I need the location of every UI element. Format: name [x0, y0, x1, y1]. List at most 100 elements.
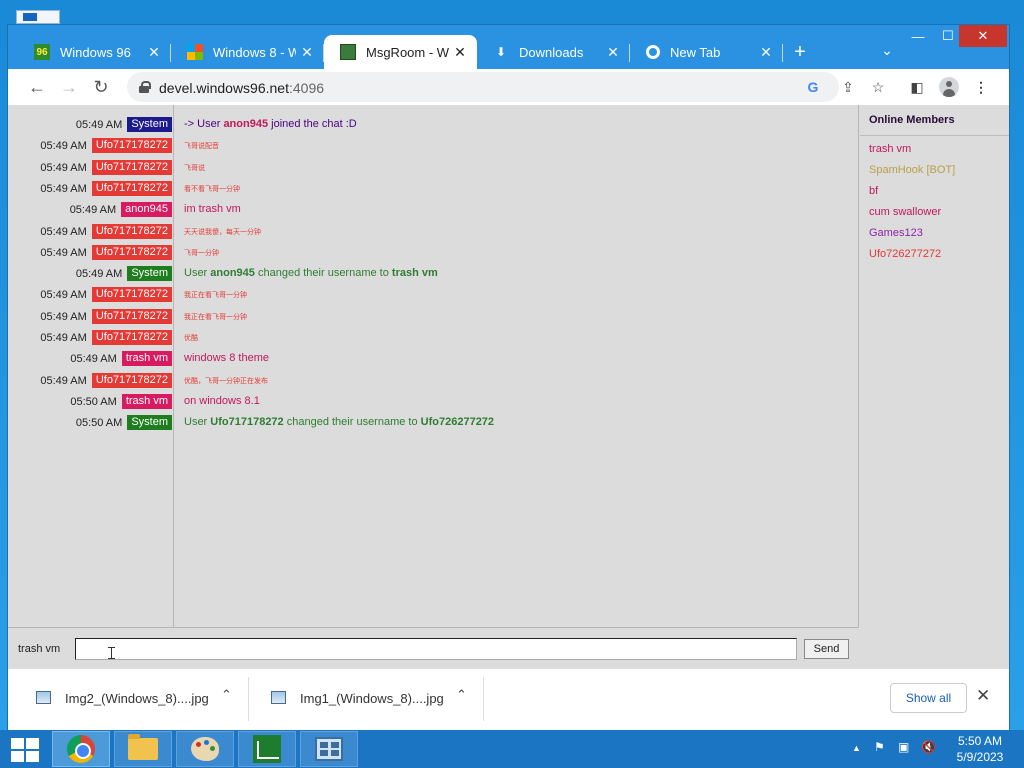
message-username-badge[interactable]: anon945	[121, 202, 172, 218]
message-username-badge[interactable]: Ufo717178272	[91, 159, 172, 175]
message-text: -> User anon945 joined the chat :D	[184, 118, 357, 130]
forward-arrow-icon[interactable]: →	[56, 75, 82, 99]
google-icon[interactable]: G	[802, 77, 824, 97]
tab-downloads[interactable]: ⬇ Downloads ✕	[477, 35, 630, 69]
message-username-badge[interactable]: trash vm	[121, 351, 172, 367]
chat-message: trash vm 05:49 AM windows 8 theme	[8, 349, 859, 370]
desktop-icon[interactable]	[16, 10, 60, 24]
back-arrow-icon[interactable]: ←	[24, 75, 50, 99]
clock[interactable]: 5:50 AM 5/9/2023	[950, 733, 1010, 765]
message-text: 优酷，飞哥一分钟正在发布	[184, 377, 268, 385]
message-username-badge[interactable]: Ufo717178272	[91, 287, 172, 303]
tab-windows-8[interactable]: Windows 8 - Wi ✕	[171, 35, 324, 69]
url-text[interactable]: devel.windows96.net:4096	[159, 80, 324, 96]
address-bar[interactable]: devel.windows96.net:4096 G	[127, 72, 839, 102]
member-item[interactable]: SpamHook [BOT]	[869, 164, 955, 176]
message-mention: trash vm	[391, 267, 438, 280]
message-text: im trash vm	[184, 203, 241, 216]
member-item[interactable]: Ufo726277272	[869, 248, 941, 260]
message-username-badge[interactable]: trash vm	[121, 393, 172, 409]
chevron-up-icon[interactable]: ⌃	[456, 687, 467, 703]
message-time: 05:50 AM	[75, 417, 123, 430]
taskbar-network[interactable]	[300, 731, 358, 767]
download-filename: Img1_(Windows_8)....jpg	[300, 691, 444, 706]
profile-icon[interactable]	[938, 76, 960, 98]
chat-message: Ufo717178272 05:49 AM 优酷，飞哥一分钟正在发布	[8, 371, 859, 392]
bookmark-star-icon[interactable]: ☆	[867, 76, 889, 98]
message-text: User anon945 changed their username to t…	[184, 267, 438, 279]
tab-windows-96[interactable]: 96 Windows 96 ✕	[18, 35, 171, 69]
close-icon[interactable]: ✕	[976, 686, 990, 706]
chat-message: System 05:49 AM -> User anon945 joined the…	[8, 115, 859, 136]
message-text-part: User	[184, 267, 211, 280]
tab-new-tab[interactable]: New Tab ✕	[630, 35, 783, 69]
message-composer: trash vm Send	[8, 627, 859, 668]
member-item[interactable]: bf	[869, 185, 878, 197]
message-time: 05:49 AM	[40, 310, 87, 323]
volume-muted-icon[interactable]: 🔇	[921, 740, 936, 754]
message-time: 05:49 AM	[75, 119, 123, 131]
windows-start-icon[interactable]	[8, 736, 40, 762]
chat-message: Ufo717178272 05:49 AM 飞哥说	[8, 158, 859, 179]
new-tab-button[interactable]: +	[783, 35, 817, 69]
reload-icon[interactable]: ↻	[88, 75, 114, 99]
message-time: 05:50 AM	[70, 395, 117, 408]
tab-search-chevron-icon[interactable]: ⌄	[874, 37, 900, 63]
tray-chevron-up-icon[interactable]: ▲	[852, 743, 861, 753]
message-text-part: changed their username to	[283, 416, 421, 429]
download-item[interactable]: Img1_(Windows_8)....jpg ⌃	[251, 677, 484, 721]
tab-title: MsgRoom - Win	[366, 44, 449, 60]
member-item[interactable]: Games123	[869, 227, 923, 239]
action-center-flag-icon[interactable]: ⚑	[874, 740, 885, 754]
message-username-badge[interactable]: Ufo717178272	[91, 330, 172, 345]
network-tray-icon[interactable]: ▣	[898, 740, 909, 754]
taskbar-chrome[interactable]	[52, 731, 110, 767]
close-icon[interactable]: ✕	[602, 44, 624, 61]
menu-kebab-icon[interactable]: ⋮	[970, 76, 992, 98]
avatar	[939, 77, 959, 97]
window-close-icon[interactable]: ✕	[959, 25, 1007, 47]
send-button[interactable]: Send	[804, 639, 849, 659]
message-time: 05:49 AM	[40, 225, 87, 238]
lock-icon[interactable]	[139, 81, 151, 93]
message-username-badge[interactable]: Ufo717178272	[91, 138, 172, 154]
download-item[interactable]: Img2_(Windows_8)....jpg ⌃	[16, 677, 249, 721]
close-icon[interactable]: ✕	[755, 44, 777, 61]
download-bar: Img2_(Windows_8)....jpg ⌃ Img1_(Windows_…	[8, 668, 1009, 730]
close-icon[interactable]: ✕	[296, 44, 318, 61]
title-bar: 96 Windows 96 ✕ Windows 8 - Wi ✕ MsgRoom…	[8, 25, 1009, 69]
message-text: User Ufo717178272 changed their username…	[184, 416, 494, 428]
message-text: on windows 8.1	[184, 394, 260, 407]
divider	[860, 135, 1009, 136]
chevron-up-icon[interactable]: ⌃	[221, 687, 232, 703]
message-username-badge[interactable]: Ufo717178272	[91, 223, 172, 239]
browser-toolbar: ← → ↻ devel.windows96.net:4096 G ⇪ ☆ ◧ ⋮	[8, 69, 1009, 105]
message-username-badge[interactable]: Ufo717178272	[91, 244, 172, 260]
share-icon[interactable]: ⇪	[837, 76, 859, 98]
member-item[interactable]: trash vm	[869, 143, 911, 155]
message-input[interactable]	[75, 638, 797, 660]
message-username-badge[interactable]: System	[127, 117, 172, 132]
folder-icon	[128, 734, 158, 760]
close-icon[interactable]: ✕	[143, 44, 165, 61]
taskbar-file-explorer[interactable]	[114, 731, 172, 767]
chat-message: System 05:50 AM User Ufo717178272 changed …	[8, 413, 859, 434]
message-username-badge[interactable]: Ufo717178272	[91, 180, 172, 196]
taskbar-paint[interactable]	[176, 731, 234, 767]
win96-icon: 96	[34, 44, 50, 60]
message-username-badge[interactable]: Ufo717178272	[91, 308, 172, 324]
message-username-badge[interactable]: System	[127, 266, 172, 282]
message-text-part: joined the chat :D	[268, 118, 357, 130]
minimize-icon[interactable]: —	[903, 25, 933, 47]
tab-msgroom[interactable]: MsgRoom - Win ✕	[324, 35, 477, 69]
text-cursor-icon	[108, 647, 115, 659]
message-username-badge[interactable]: System	[127, 415, 172, 431]
member-item[interactable]: cum swallower	[869, 206, 941, 218]
side-panel-icon[interactable]: ◧	[906, 76, 928, 98]
show-all-button[interactable]: Show all	[890, 683, 967, 713]
close-icon[interactable]: ✕	[449, 44, 471, 61]
taskbar-task-manager[interactable]	[238, 731, 296, 767]
msgroom-page: System 05:49 AM -> User anon945 joined the…	[8, 105, 1009, 668]
message-username-badge[interactable]: Ufo717178272	[91, 372, 172, 388]
chat-message: Ufo717178272 05:49 AM 看不看飞哥一分钟	[8, 179, 859, 200]
